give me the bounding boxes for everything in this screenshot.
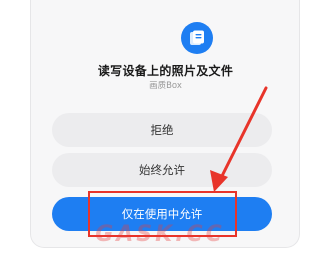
dialog-title: 读写设备上的照片及文件 bbox=[97, 64, 234, 78]
highlight-box bbox=[88, 191, 237, 237]
deny-button[interactable]: 拒绝 bbox=[52, 113, 272, 147]
app-icon bbox=[181, 22, 213, 54]
file-folder-icon bbox=[190, 30, 204, 45]
allow-always-button[interactable]: 始终允许 bbox=[52, 153, 272, 187]
app-name: 画质Box bbox=[149, 81, 182, 91]
